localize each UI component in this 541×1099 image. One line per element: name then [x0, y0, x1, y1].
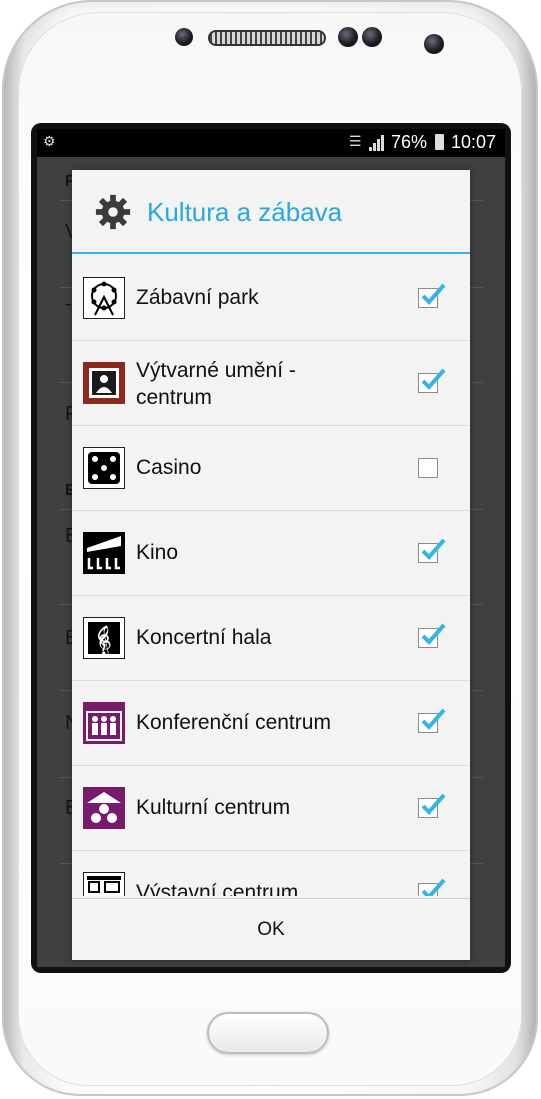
- wifi-icon: ☰: [349, 133, 362, 149]
- category-list[interactable]: Zábavní park Výtvarné umění - centrum Ca…: [72, 256, 470, 896]
- list-item[interactable]: Zábavní park: [72, 256, 470, 341]
- item-label: Výtvarné umění - centrum: [136, 359, 296, 409]
- bg-text: -: [65, 293, 72, 315]
- battery-percent: 76%: [391, 132, 428, 152]
- dialog-footer: OK: [72, 898, 470, 960]
- gear-icon: [95, 194, 131, 230]
- cinema-icon: [83, 532, 125, 574]
- item-checkbox[interactable]: [418, 538, 446, 563]
- item-checkbox[interactable]: [418, 708, 446, 733]
- amusement-park-icon: [83, 277, 125, 319]
- category-dialog: Kultura a zábava Zábavní park Výtvarné u…: [72, 170, 470, 960]
- home-button[interactable]: [207, 1012, 329, 1054]
- signal-icon: [369, 135, 385, 151]
- ok-button[interactable]: OK: [72, 899, 470, 961]
- list-item[interactable]: Kino: [72, 511, 470, 596]
- list-item[interactable]: Casino: [72, 426, 470, 511]
- item-checkbox[interactable]: [418, 623, 446, 648]
- item-checkbox[interactable]: [418, 283, 446, 308]
- item-label: Zábavní park: [136, 286, 259, 309]
- item-checkbox[interactable]: [418, 458, 438, 478]
- dialog-header: Kultura a zábava: [72, 170, 470, 254]
- item-label: Koncertní hala: [136, 626, 272, 649]
- sensor-left: [338, 27, 358, 47]
- screen: ⚙ ☰ 76% 10:07 F V - F E E E N E: [37, 129, 505, 967]
- item-label: Konferenční centrum: [136, 711, 331, 734]
- item-label: Kino: [136, 541, 179, 564]
- list-item[interactable]: Výstavní centrum: [72, 851, 470, 896]
- battery-icon: [435, 134, 444, 150]
- item-label: Výstavní centrum: [136, 881, 299, 896]
- exhibition-icon: [83, 872, 125, 896]
- status-bar: ⚙ ☰ 76% 10:07: [37, 129, 505, 157]
- list-item[interactable]: Konferenční centrum: [72, 681, 470, 766]
- art-gallery-icon: [83, 362, 125, 404]
- dice-icon: [83, 447, 125, 489]
- item-label: Casino: [136, 456, 202, 479]
- list-item[interactable]: Kulturní centrum: [72, 766, 470, 851]
- notification-icon: ⚙: [43, 133, 56, 149]
- earpiece-speaker: [208, 30, 326, 46]
- dialog-title: Kultura a zábava: [147, 197, 343, 227]
- culture-center-icon: [83, 787, 125, 829]
- proximity-sensor: [175, 28, 193, 46]
- list-item[interactable]: Výtvarné umění - centrum: [72, 341, 470, 426]
- item-checkbox[interactable]: [418, 793, 446, 818]
- list-item[interactable]: 𝄞 Koncertní hala: [72, 596, 470, 681]
- front-camera: [424, 34, 444, 54]
- conference-icon: [83, 702, 125, 744]
- sensor-right: [362, 27, 382, 47]
- treble-clef-icon: 𝄞: [83, 617, 125, 659]
- item-checkbox[interactable]: [418, 368, 446, 393]
- item-checkbox[interactable]: [418, 878, 446, 896]
- item-label: Kulturní centrum: [136, 796, 291, 819]
- clock: 10:07: [451, 132, 497, 152]
